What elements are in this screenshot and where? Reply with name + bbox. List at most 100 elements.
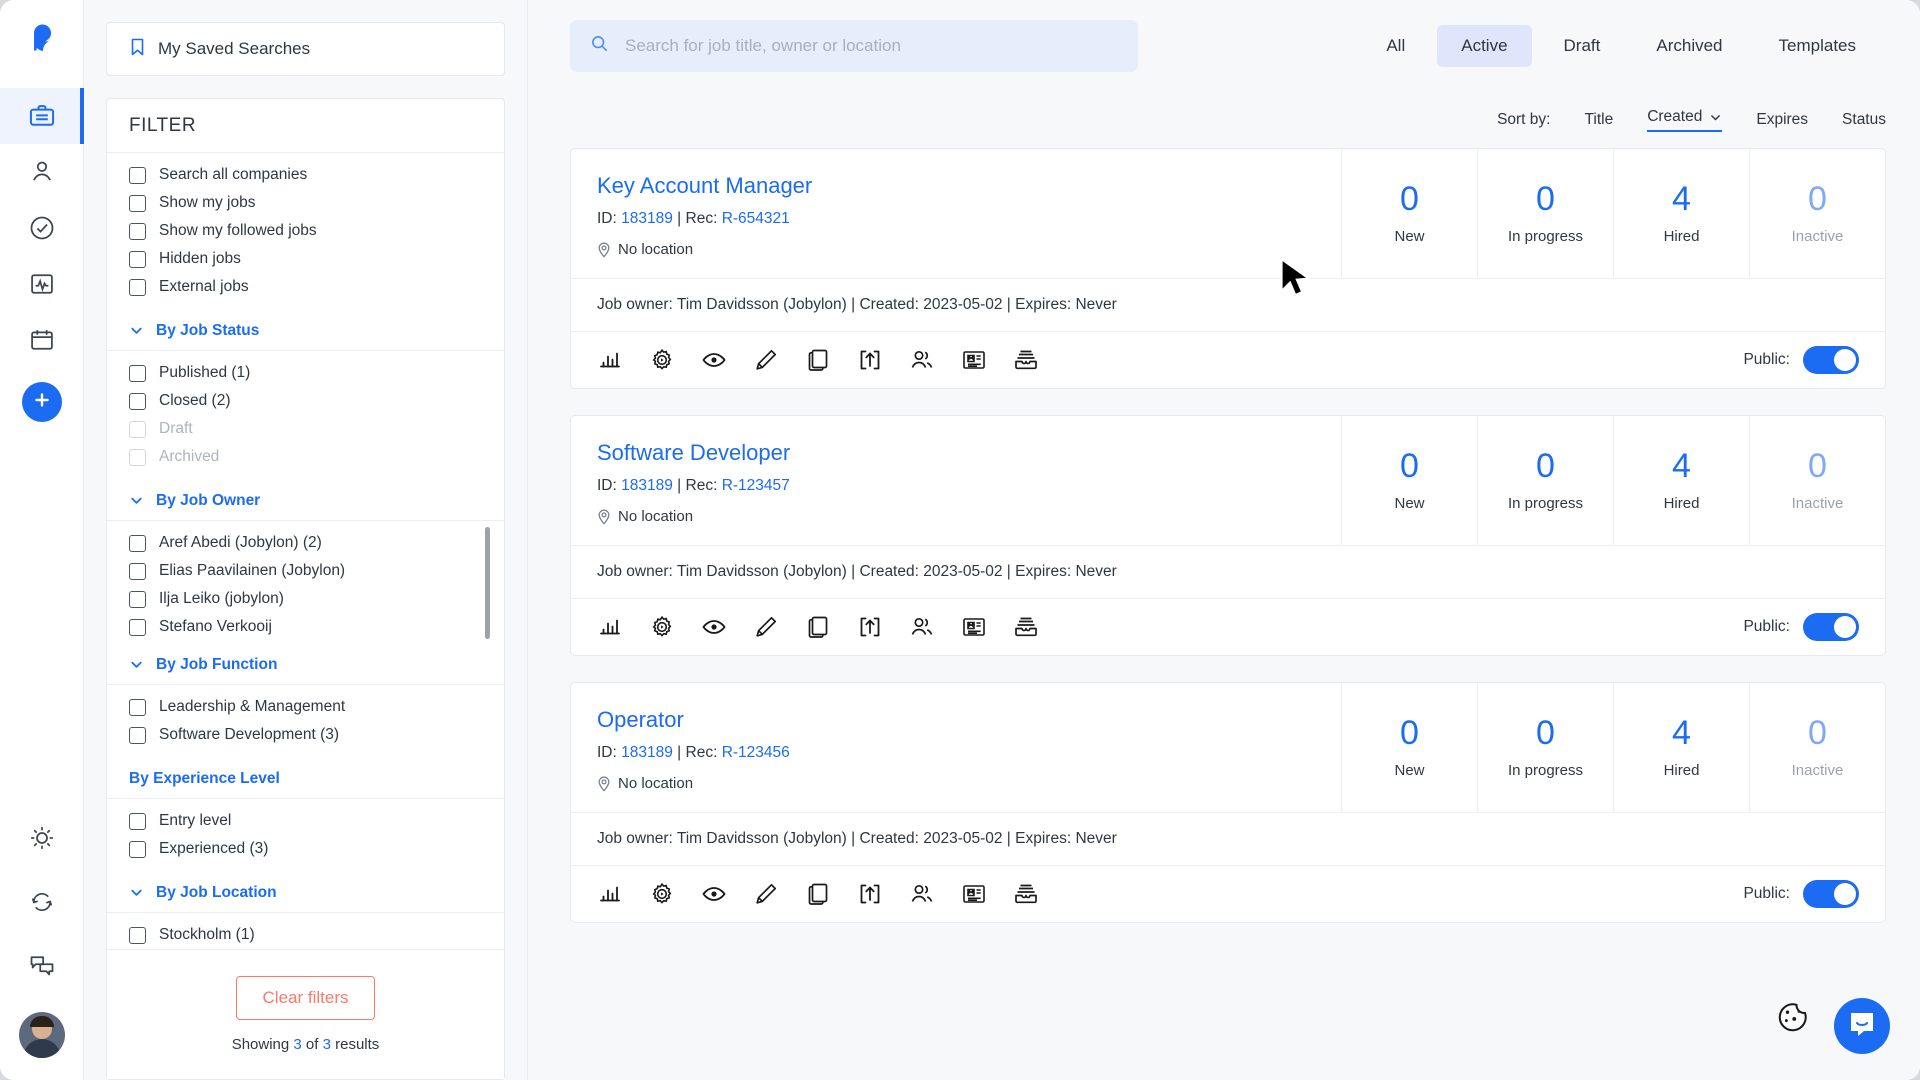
sort-option-title[interactable]: Title [1584, 111, 1613, 129]
share-export-icon[interactable] [857, 614, 883, 640]
job-rec-link[interactable]: R-654321 [722, 210, 790, 227]
archive-icon[interactable] [1013, 614, 1039, 640]
checkbox[interactable] [129, 392, 146, 410]
statistics-icon[interactable] [597, 881, 623, 907]
sidebar-item-jobs[interactable] [0, 88, 84, 144]
intercom-chat-button[interactable] [1834, 998, 1890, 1054]
settings-play-icon[interactable] [649, 347, 675, 373]
job-ad-icon[interactable] [961, 614, 987, 640]
checkbox[interactable] [129, 812, 146, 830]
filter-group-header-2[interactable]: By Job Function [107, 645, 504, 685]
checkbox[interactable] [129, 926, 146, 944]
filter-option-g1-1[interactable]: Elias Paavilainen (Jobylon) [107, 557, 504, 585]
stat-inactive[interactable]: 0 Inactive [1749, 149, 1885, 278]
edit-pencil-icon[interactable] [753, 881, 779, 907]
stat-new[interactable]: 0 New [1341, 683, 1477, 812]
filter-option-g3-0[interactable]: Entry level [107, 807, 504, 835]
stat-hired[interactable]: 4 Hired [1613, 416, 1749, 545]
filter-group-header-3[interactable]: By Experience Level [107, 759, 504, 799]
sort-option-created[interactable]: Created [1647, 108, 1723, 132]
candidates-people-icon[interactable] [909, 614, 935, 640]
checkbox[interactable] [129, 364, 146, 382]
filter-group-header-1[interactable]: By Job Owner [107, 481, 504, 521]
search-input[interactable] [623, 35, 1118, 57]
search-box[interactable] [570, 20, 1138, 72]
sidebar-item-ideas[interactable] [0, 806, 84, 870]
stat-in-progress[interactable]: 0 In progress [1477, 416, 1613, 545]
share-export-icon[interactable] [857, 347, 883, 373]
filter-option-g1-0[interactable]: Aref Abedi (Jobylon) (2) [107, 529, 504, 557]
preview-eye-icon[interactable] [701, 347, 727, 373]
checkbox[interactable] [129, 222, 146, 240]
sidebar-item-tasks[interactable] [0, 200, 84, 256]
sidebar-item-analytics[interactable] [0, 256, 84, 312]
filter-option-g1-4[interactable]: Tim Davidsson (Jobylon) (1) [107, 641, 504, 645]
filter-option-g2-1[interactable]: Software Development (3) [107, 721, 504, 749]
job-rec-link[interactable]: R-123456 [722, 744, 790, 761]
sidebar-item-messages[interactable] [0, 934, 84, 998]
sidebar-item-refresh[interactable] [0, 870, 84, 934]
tab-all[interactable]: All [1362, 25, 1429, 67]
checkbox[interactable] [129, 590, 146, 608]
tab-archived[interactable]: Archived [1632, 25, 1746, 67]
archive-icon[interactable] [1013, 881, 1039, 907]
checkbox[interactable] [129, 166, 146, 184]
stat-hired[interactable]: 4 Hired [1613, 149, 1749, 278]
stat-inactive[interactable]: 0 Inactive [1749, 683, 1885, 812]
sidebar-item-calendar[interactable] [0, 312, 84, 368]
job-id-link[interactable]: 183189 [621, 744, 673, 761]
sort-option-status[interactable]: Status [1842, 111, 1886, 129]
job-id-link[interactable]: 183189 [621, 210, 673, 227]
edit-pencil-icon[interactable] [753, 347, 779, 373]
edit-pencil-icon[interactable] [753, 614, 779, 640]
checkbox[interactable] [129, 562, 146, 580]
filter-option-top-3[interactable]: Hidden jobs [107, 245, 504, 273]
statistics-icon[interactable] [597, 614, 623, 640]
filter-option-g0-0[interactable]: Published (1) [107, 359, 504, 387]
public-toggle[interactable] [1803, 346, 1859, 374]
jobylon-logo[interactable] [16, 14, 68, 66]
checkbox[interactable] [129, 250, 146, 268]
filter-group-header-4[interactable]: By Job Location [107, 873, 504, 913]
stat-in-progress[interactable]: 0 In progress [1477, 149, 1613, 278]
filter-option-g2-0[interactable]: Leadership & Management [107, 693, 504, 721]
cookie-icon[interactable] [1774, 997, 1810, 1038]
filter-option-top-0[interactable]: Search all companies [107, 161, 504, 189]
job-id-link[interactable]: 183189 [621, 477, 673, 494]
job-ad-icon[interactable] [961, 881, 987, 907]
my-saved-searches-button[interactable]: My Saved Searches [106, 22, 505, 76]
job-title-link[interactable]: Software Developer [597, 440, 1315, 466]
checkbox[interactable] [129, 194, 146, 212]
stat-new[interactable]: 0 New [1341, 149, 1477, 278]
share-export-icon[interactable] [857, 881, 883, 907]
stat-in-progress[interactable]: 0 In progress [1477, 683, 1613, 812]
statistics-icon[interactable] [597, 347, 623, 373]
checkbox[interactable] [129, 698, 146, 716]
public-toggle[interactable] [1803, 880, 1859, 908]
duplicate-icon[interactable] [805, 347, 831, 373]
stat-new[interactable]: 0 New [1341, 416, 1477, 545]
preview-eye-icon[interactable] [701, 614, 727, 640]
job-rec-link[interactable]: R-123457 [722, 477, 790, 494]
create-job-button[interactable] [21, 382, 62, 422]
tab-templates[interactable]: Templates [1755, 25, 1880, 67]
tab-draft[interactable]: Draft [1540, 25, 1625, 67]
public-toggle[interactable] [1803, 613, 1859, 641]
clear-filters-button[interactable]: Clear filters [235, 976, 376, 1020]
checkbox[interactable] [129, 840, 146, 858]
job-title-link[interactable]: Key Account Manager [597, 173, 1315, 199]
preview-eye-icon[interactable] [701, 881, 727, 907]
checkbox[interactable] [129, 618, 146, 636]
stat-hired[interactable]: 4 Hired [1613, 683, 1749, 812]
duplicate-icon[interactable] [805, 614, 831, 640]
candidates-people-icon[interactable] [909, 881, 935, 907]
stat-inactive[interactable]: 0 Inactive [1749, 416, 1885, 545]
filter-option-g4-0[interactable]: Stockholm (1) [107, 921, 504, 949]
filter-option-g1-3[interactable]: Stefano Verkooij [107, 613, 504, 641]
filter-option-top-1[interactable]: Show my jobs [107, 189, 504, 217]
filter-group-header-0[interactable]: By Job Status [107, 311, 504, 351]
checkbox[interactable] [129, 726, 146, 744]
candidates-people-icon[interactable] [909, 347, 935, 373]
tab-active[interactable]: Active [1437, 25, 1532, 67]
checkbox[interactable] [129, 278, 146, 296]
